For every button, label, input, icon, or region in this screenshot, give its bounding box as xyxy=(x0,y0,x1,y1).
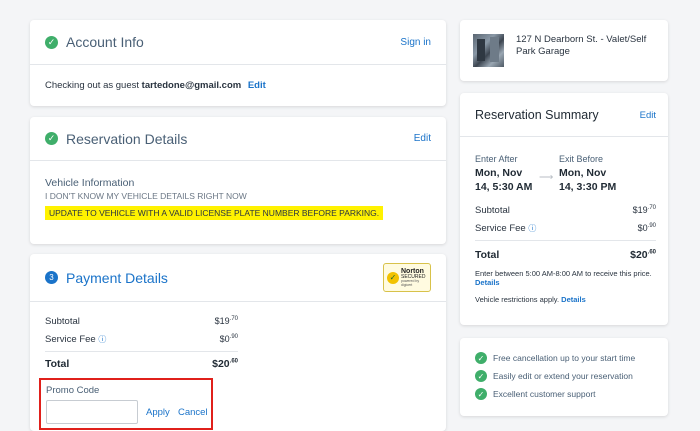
guest-prefix: Checking out as guest xyxy=(45,80,140,91)
summary-total-divider xyxy=(475,240,656,241)
payment-details-title: Payment Details xyxy=(66,269,168,286)
payment-total-divider xyxy=(45,351,238,352)
price-window-text: Enter between 5:00 AM-8:00 AM to receive… xyxy=(475,269,652,278)
summary-subtotal-cents: .70 xyxy=(647,205,656,211)
apply-button[interactable]: Apply xyxy=(146,407,170,418)
check-icon: ✓ xyxy=(475,352,487,364)
summary-fee-label: Service Fee xyxy=(475,223,526,234)
reservation-details-card: ✓ Reservation Details Edit Vehicle Infor… xyxy=(30,117,446,244)
cancel-button[interactable]: Cancel xyxy=(178,407,208,418)
payment-details-header: 3 Payment Details ✓ Norton SECURED power… xyxy=(30,254,446,301)
garage-thumbnail xyxy=(473,34,504,67)
summary-title: Reservation Summary xyxy=(475,108,599,122)
payment-fee-label: Service Fee xyxy=(45,334,96,345)
promo-code-label: Promo Code xyxy=(46,385,100,396)
vehicle-warning-banner: UPDATE TO VEHICLE WITH A VALID LICENSE P… xyxy=(45,206,384,220)
benefit-text: Easily edit or extend your reservation xyxy=(493,371,633,381)
guest-email: tartedone@gmail.com xyxy=(141,80,242,91)
summary-subtotal-main: $19 xyxy=(632,205,648,215)
exit-before-date: Mon, Nov 14, 3:30 PM xyxy=(559,167,617,193)
payment-fee-value: $0.90 xyxy=(220,334,238,344)
sign-in-link[interactable]: Sign in xyxy=(400,37,431,48)
benefit-item: ✓ Free cancellation up to your start tim… xyxy=(475,352,635,364)
summary-fee-row: Service Fee ⓘ xyxy=(475,223,536,234)
exit-before-label: Exit Before xyxy=(559,154,604,164)
norton-check-icon: ✓ xyxy=(387,271,399,284)
restrictions-details-link[interactable]: Details xyxy=(561,295,586,304)
enter-after-label: Enter After xyxy=(475,154,518,164)
account-info-card: ✓ Account Info Sign in Checking out as g… xyxy=(30,20,446,106)
reservation-details-header: ✓ Reservation Details Edit xyxy=(30,117,446,160)
enter-after-date: Mon, Nov 14, 5:30 AM xyxy=(475,167,533,193)
divider xyxy=(460,136,668,137)
restrictions-text: Vehicle restrictions apply. xyxy=(475,295,560,304)
account-info-header: ✓ Account Info Sign in xyxy=(30,20,446,64)
check-icon: ✓ xyxy=(475,370,487,382)
reservation-details-title: Reservation Details xyxy=(66,130,188,147)
edit-account-link[interactable]: Edit xyxy=(248,80,266,91)
reservation-summary-card: Reservation Summary Edit Enter After Mon… xyxy=(460,93,668,325)
step-number-badge: 3 xyxy=(45,271,58,284)
summary-total-value: $20.60 xyxy=(630,249,656,261)
norton-secured-badge: ✓ Norton SECURED powered by digicert xyxy=(383,263,431,292)
norton-powered-by: powered by digicert xyxy=(401,279,420,287)
payment-subtotal-label: Subtotal xyxy=(45,316,80,327)
summary-fee-main: $0 xyxy=(637,223,648,233)
summary-fee-value: $0.90 xyxy=(638,223,656,233)
payment-subtotal-value: $19.70 xyxy=(215,316,238,326)
payment-details-card: 3 Payment Details ✓ Norton SECURED power… xyxy=(30,254,446,431)
payment-fee-cents: .90 xyxy=(229,334,238,340)
payment-total-value: $20.60 xyxy=(212,358,238,370)
summary-total-cents: .60 xyxy=(647,249,656,256)
promo-code-section: Promo Code Apply Cancel xyxy=(39,378,213,430)
payment-fee-main: $0 xyxy=(219,334,230,344)
check-icon: ✓ xyxy=(45,132,58,145)
payment-subtotal-main: $19 xyxy=(214,316,230,326)
garage-address: 127 N Dearborn St. - Valet/Self Park Gar… xyxy=(516,34,647,57)
benefit-item: ✓ Easily edit or extend your reservation xyxy=(475,370,633,382)
benefit-text: Excellent customer support xyxy=(493,389,596,399)
vehicle-info-text: I DON'T KNOW MY VEHICLE DETAILS RIGHT NO… xyxy=(45,191,247,201)
edit-summary-link[interactable]: Edit xyxy=(640,110,656,121)
divider xyxy=(30,301,446,302)
benefit-item: ✓ Excellent customer support xyxy=(475,388,596,400)
payment-subtotal-cents: .70 xyxy=(229,316,238,322)
location-card: 127 N Dearborn St. - Valet/Self Park Gar… xyxy=(460,20,668,81)
summary-subtotal-value: $19.70 xyxy=(633,205,656,215)
summary-fee-cents: .90 xyxy=(647,223,656,229)
price-window-note: Enter between 5:00 AM-8:00 AM to receive… xyxy=(475,269,655,287)
arrow-right-icon: ⟶ xyxy=(539,172,554,183)
summary-subtotal-label: Subtotal xyxy=(475,205,510,216)
payment-total-main: $20 xyxy=(212,358,230,370)
edit-reservation-link[interactable]: Edit xyxy=(414,133,431,144)
guest-line: Checking out as guest tartedone@gmail.co… xyxy=(30,65,446,106)
payment-total-label: Total xyxy=(45,358,70,370)
summary-total-main: $20 xyxy=(630,249,648,261)
check-icon: ✓ xyxy=(45,35,58,49)
payment-fee-row: Service Fee ⓘ xyxy=(45,334,106,345)
payment-total-cents: .60 xyxy=(229,358,238,365)
promo-code-input[interactable] xyxy=(46,400,138,424)
info-icon[interactable]: ⓘ xyxy=(98,335,106,344)
benefit-text: Free cancellation up to your start time xyxy=(493,353,636,363)
benefits-card: ✓ Free cancellation up to your start tim… xyxy=(460,338,668,416)
account-info-title: Account Info xyxy=(66,34,144,50)
vehicle-info-heading: Vehicle Information xyxy=(45,177,135,189)
check-icon: ✓ xyxy=(475,388,487,400)
info-icon[interactable]: ⓘ xyxy=(528,224,536,233)
restrictions-note: Vehicle restrictions apply. Details xyxy=(475,295,586,304)
price-details-link[interactable]: Details xyxy=(475,278,500,287)
summary-total-label: Total xyxy=(475,249,500,261)
